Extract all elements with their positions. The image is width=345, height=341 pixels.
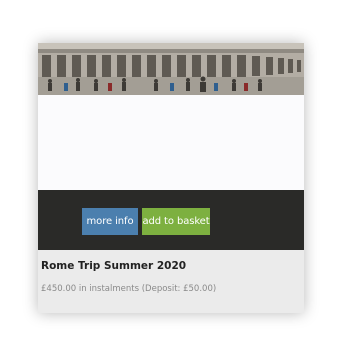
- product-image[interactable]: [38, 43, 304, 95]
- image-area: [38, 95, 304, 190]
- colonnade-photo-icon: [38, 43, 304, 95]
- add-to-basket-button[interactable]: add to basket: [142, 208, 210, 235]
- more-info-button[interactable]: more info: [82, 208, 138, 235]
- product-title[interactable]: Rome Trip Summer 2020: [41, 260, 186, 272]
- product-card: more info add to basket Rome Trip Summer…: [38, 43, 304, 313]
- product-price: £450.00 in instalments (Deposit: £50.00): [41, 284, 217, 294]
- product-details: Rome Trip Summer 2020 £450.00 in instalm…: [38, 250, 304, 313]
- action-bar: more info add to basket: [38, 190, 304, 250]
- page-background: more info add to basket Rome Trip Summer…: [0, 0, 345, 341]
